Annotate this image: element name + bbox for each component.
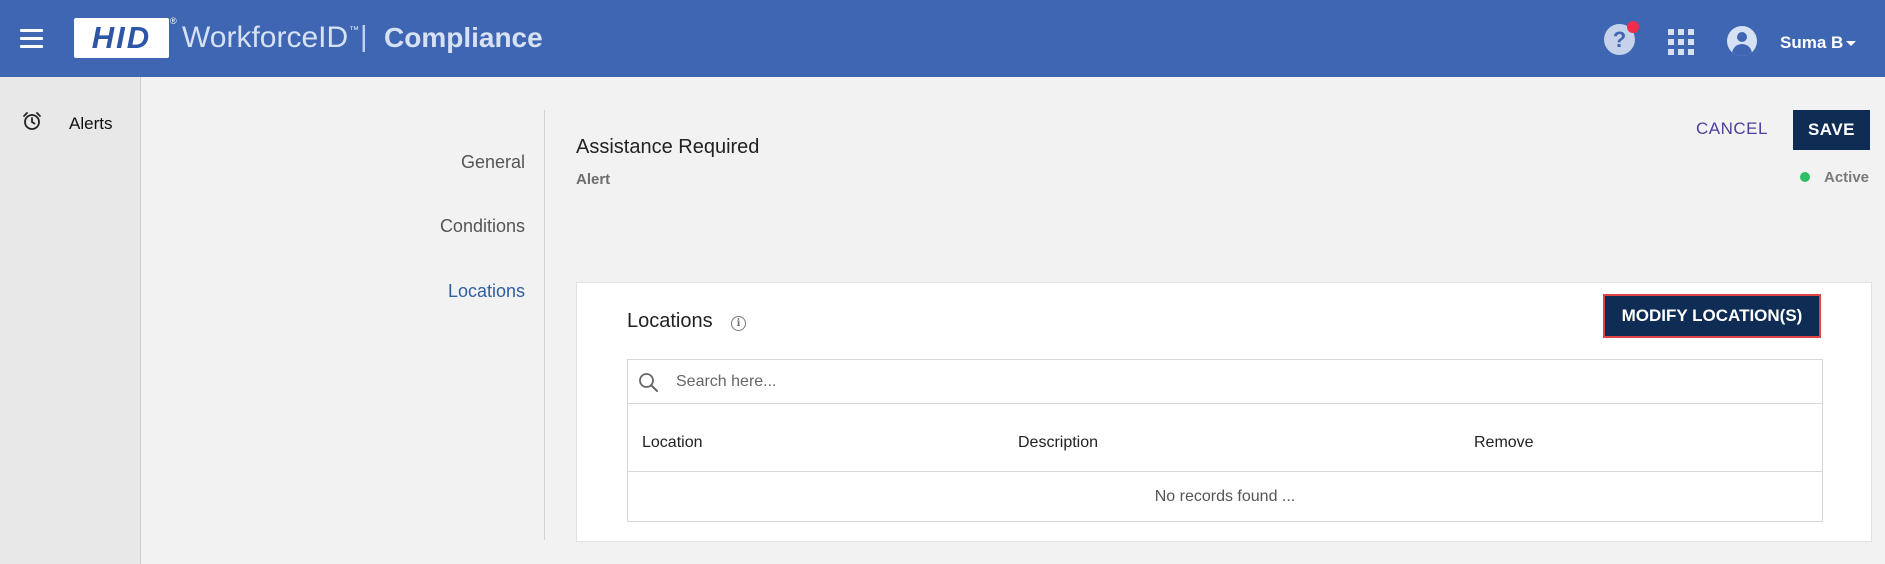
- notification-dot: [1627, 21, 1639, 33]
- cancel-button[interactable]: CANCEL: [1690, 111, 1774, 147]
- status-badge: Active: [1824, 169, 1870, 186]
- brand-text: WorkforceID: [182, 21, 349, 54]
- column-header-remove: Remove: [1474, 434, 1534, 451]
- page-subtitle: Alert: [576, 171, 611, 188]
- section-nav-locations[interactable]: Locations: [448, 281, 525, 302]
- apps-grid-icon[interactable]: [1668, 29, 1694, 55]
- column-header-description[interactable]: Description: [1018, 434, 1098, 452]
- modify-locations-button[interactable]: MODIFY LOCATION(S): [1603, 294, 1821, 338]
- locations-table: Location Description Remove No records f…: [627, 404, 1823, 522]
- registered-mark: ®: [170, 16, 177, 26]
- section-nav-conditions[interactable]: Conditions: [440, 216, 525, 237]
- trademark-mark: ™: [349, 25, 360, 36]
- user-menu[interactable]: Suma B: [1780, 33, 1843, 53]
- search-icon: [639, 373, 658, 392]
- page-title: Assistance Required: [576, 136, 760, 158]
- sidebar-item-label: Alerts: [69, 114, 113, 133]
- sidebar: Alerts: [0, 77, 141, 564]
- logo-text: HID: [91, 20, 152, 55]
- empty-state-text: No records found ...: [1154, 488, 1296, 505]
- column-header-location[interactable]: Location: [642, 434, 703, 452]
- search-input[interactable]: [676, 368, 1806, 396]
- brand-name: WorkforceID™: [182, 21, 359, 55]
- user-avatar-icon[interactable]: [1727, 26, 1757, 56]
- brand-separator: |: [360, 21, 368, 53]
- status-indicator: [1800, 172, 1810, 182]
- section-nav-divider: [544, 110, 545, 540]
- hid-logo: HID: [74, 18, 169, 58]
- section-nav-general[interactable]: General: [461, 152, 525, 173]
- info-icon[interactable]: i: [731, 316, 746, 331]
- save-button[interactable]: SAVE: [1793, 110, 1870, 150]
- alarm-clock-icon: [23, 112, 41, 130]
- card-title: Locations: [627, 310, 713, 332]
- sidebar-item-alerts[interactable]: Alerts: [0, 77, 140, 169]
- module-title: Compliance: [384, 22, 543, 53]
- chevron-down-icon[interactable]: [1846, 41, 1856, 46]
- search-box: [627, 359, 1823, 404]
- hamburger-menu-icon[interactable]: [20, 29, 43, 48]
- locations-card: Locations i MODIFY LOCATION(S) Location …: [576, 282, 1872, 542]
- table-header: Location Description Remove: [628, 404, 1822, 472]
- top-bar: HID ® WorkforceID™ | Compliance ? Suma B: [0, 0, 1885, 77]
